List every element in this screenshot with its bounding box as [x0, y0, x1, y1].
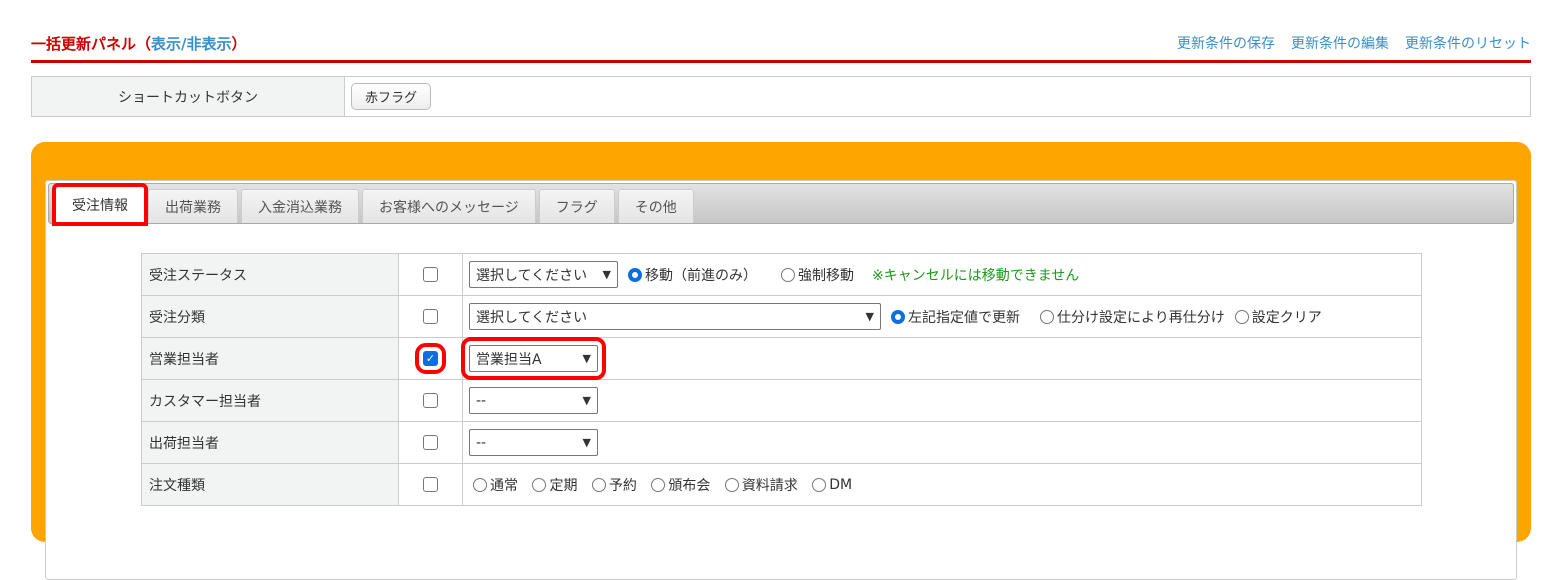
radio-icon: [651, 477, 666, 492]
tab-shipping[interactable]: 出荷業務: [148, 189, 238, 223]
radio-icon: [591, 477, 606, 492]
radio-icon: [628, 267, 642, 282]
sales-select[interactable]: 営業担当A ▼: [461, 337, 606, 380]
radio-icon: [473, 477, 487, 492]
tab-payment[interactable]: 入金消込業務: [241, 189, 359, 223]
radio-label: 左記指定値で更新: [908, 309, 1020, 326]
radio-label: 仕分け設定により再仕分け: [1057, 309, 1225, 326]
row-label: 受注ステータス: [141, 253, 399, 296]
title-end: ）: [231, 35, 247, 53]
customer-checkbox[interactable]: [423, 393, 438, 408]
table-row: カスタマー担当者 -- ▼: [141, 379, 1422, 422]
panel-title: 一括更新パネル（表示/非表示）: [31, 33, 247, 54]
radio-clear-setting[interactable]: 設定クリア: [1234, 307, 1322, 327]
shortcut-row: ショートカットボタン 赤フラグ: [31, 76, 1531, 117]
red-flag-button[interactable]: 赤フラグ: [351, 83, 432, 110]
row-label: 受注分類: [141, 295, 399, 338]
radio-icon: [1040, 309, 1054, 324]
radio-force-move[interactable]: 強制移動: [781, 265, 854, 285]
radio-icon: [812, 477, 827, 492]
tab-flag[interactable]: フラグ: [538, 189, 615, 223]
chevron-down-icon: ▼: [582, 394, 591, 407]
shortcut-label: ショートカットボタン: [32, 77, 345, 116]
update-panel: 受注情報 出荷業務 入金消込業務 お客様へのメッセージ フラグ その他 受注ステ…: [31, 142, 1531, 580]
shipping-select[interactable]: -- ▼: [469, 429, 598, 456]
radio-subscription[interactable]: 定期: [532, 475, 577, 495]
radio-distribution[interactable]: 頒布会: [651, 475, 710, 495]
radio-label: 設定クリア: [1251, 309, 1322, 326]
radio-label: DM: [829, 476, 853, 493]
reset-conditions-link[interactable]: 更新条件のリセット: [1405, 33, 1531, 53]
radio-label: 定期: [549, 477, 578, 494]
radio-label: 移動（前進のみ）: [645, 267, 757, 284]
radio-label: 資料請求: [741, 477, 798, 494]
ordertype-checkbox[interactable]: [423, 477, 438, 492]
radio-label: 予約: [608, 477, 637, 494]
chevron-down-icon: ▼: [582, 352, 591, 365]
chevron-down-icon: ▼: [582, 436, 591, 449]
radio-reservation[interactable]: 予約: [591, 475, 637, 495]
table-row: 受注分類 選択してください ▼ 左記指定値で更新 仕分け設定により再仕分け 設定クリア: [141, 295, 1422, 338]
select-value: --: [476, 392, 487, 409]
radio-icon: [891, 309, 905, 324]
radio-brochure[interactable]: 資料請求: [724, 475, 798, 495]
radio-label: 頒布会: [668, 477, 711, 494]
row-label: 注文種類: [141, 463, 399, 506]
chevron-down-icon: ▼: [865, 310, 874, 323]
shipping-checkbox[interactable]: [423, 435, 438, 450]
tab-customer-message[interactable]: お客様へのメッセージ: [362, 189, 536, 223]
radio-update-specified[interactable]: 左記指定値で更新: [891, 307, 1020, 327]
edit-conditions-link[interactable]: 更新条件の編集: [1291, 33, 1389, 53]
sales-checkbox[interactable]: ✓: [415, 343, 446, 374]
select-value: 選択してください: [476, 309, 588, 326]
panel-header: 一括更新パネル（表示/非表示） 更新条件の保存 更新条件の編集 更新条件のリセッ…: [31, 30, 1531, 63]
radio-label: 通常: [490, 477, 518, 494]
radio-normal[interactable]: 通常: [473, 475, 518, 495]
category-checkbox[interactable]: [423, 309, 438, 324]
status-checkbox[interactable]: [423, 267, 438, 282]
table-row: 営業担当者 ✓ 営業担当A ▼: [141, 337, 1422, 380]
radio-icon: [1234, 309, 1249, 324]
row-label: 営業担当者: [141, 337, 399, 380]
tab-bar: 受注情報 出荷業務 入金消込業務 お客様へのメッセージ フラグ その他: [48, 183, 1514, 226]
row-label: カスタマー担当者: [141, 379, 399, 422]
radio-icon: [781, 267, 795, 282]
save-conditions-link[interactable]: 更新条件の保存: [1177, 33, 1275, 53]
category-select[interactable]: 選択してください ▼: [469, 303, 881, 330]
table-row: 注文種類 通常 定期 予約 頒布会 資料請求 DM: [141, 463, 1422, 506]
status-note: ※キャンセルには移動できません: [872, 267, 1080, 284]
radio-resort[interactable]: 仕分け設定により再仕分け: [1040, 307, 1225, 327]
radio-move-forward[interactable]: 移動（前進のみ）: [628, 265, 757, 285]
radio-dm[interactable]: DM: [812, 477, 852, 493]
radio-label: 強制移動: [798, 267, 854, 284]
select-value: 営業担当A: [476, 351, 542, 368]
customer-select[interactable]: -- ▼: [469, 387, 598, 414]
radio-icon: [724, 477, 739, 492]
tab-order-info[interactable]: 受注情報: [52, 183, 148, 226]
select-value: 選択してください: [476, 267, 588, 284]
tab-other[interactable]: その他: [617, 189, 694, 223]
radio-icon: [532, 477, 547, 492]
select-value: --: [476, 434, 487, 451]
row-label: 出荷担当者: [141, 421, 399, 464]
table-row: 受注ステータス 選択してください ▼ 移動（前進のみ） 強制移動 ※キャンセルには移動で…: [141, 253, 1422, 296]
toggle-visibility-link[interactable]: 表示/非表示: [151, 35, 231, 53]
table-row: 出荷担当者 -- ▼: [141, 421, 1422, 464]
order-info-table: 受注ステータス 選択してください ▼ 移動（前進のみ） 強制移動 ※キャンセルには移動で…: [141, 253, 1422, 506]
status-select[interactable]: 選択してください ▼: [469, 261, 618, 288]
chevron-down-icon: ▼: [602, 268, 611, 281]
title-text: 一括更新パネル（: [31, 35, 152, 53]
